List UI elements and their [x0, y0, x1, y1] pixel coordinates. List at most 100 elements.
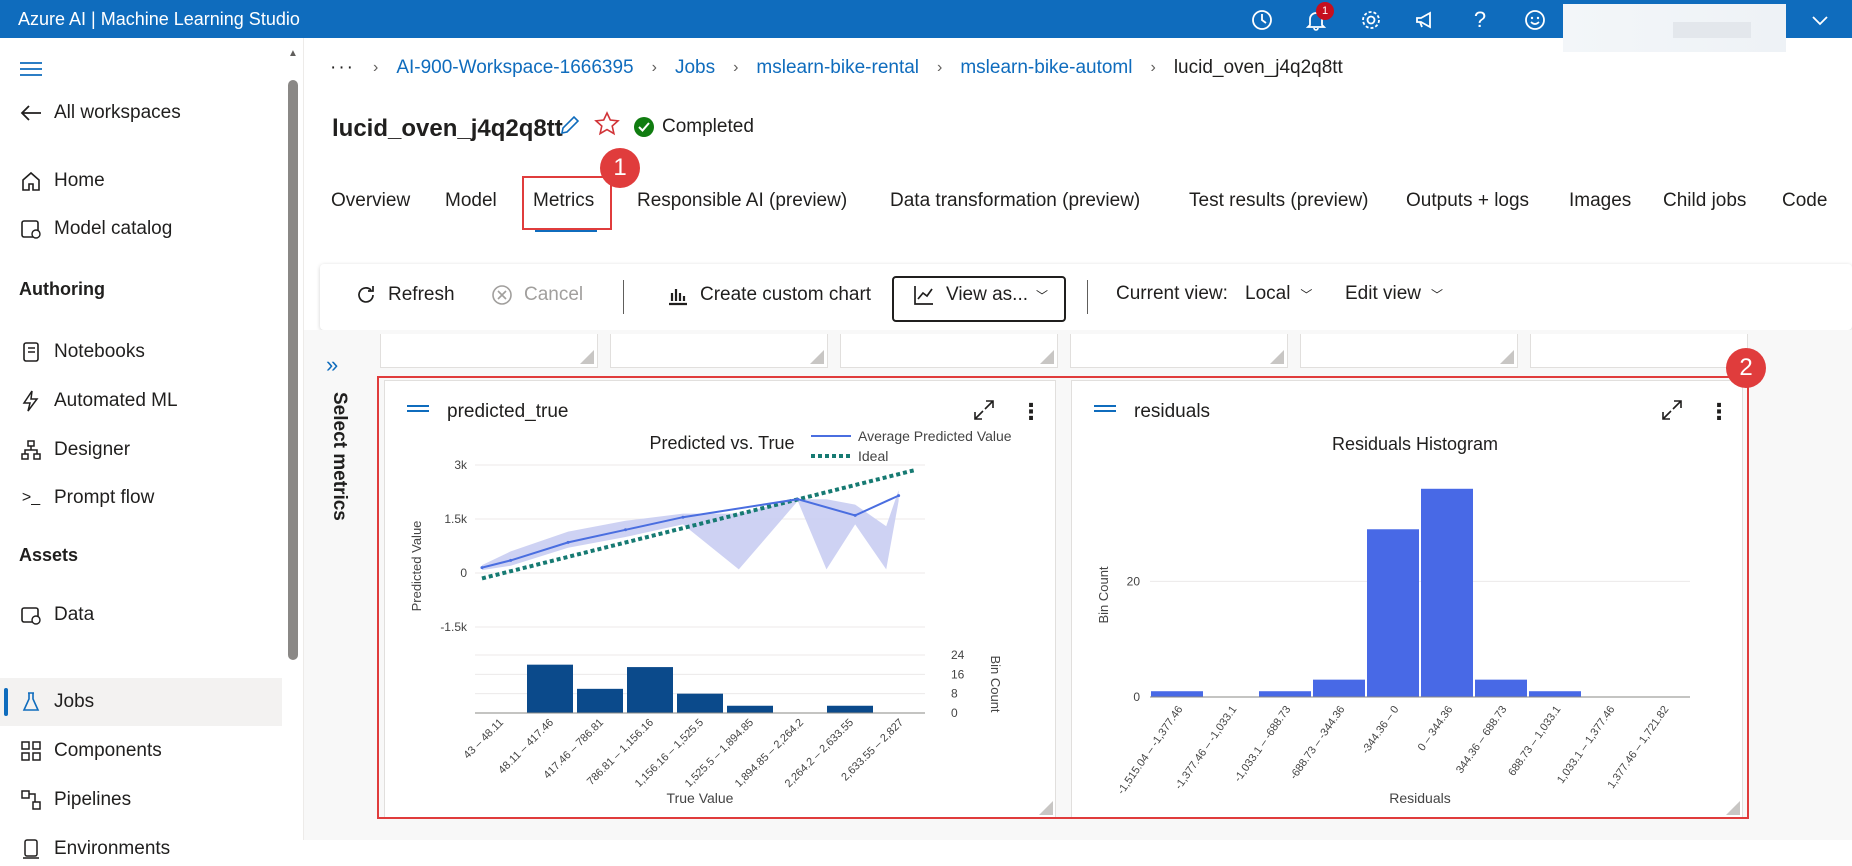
edit-view-label: Edit view: [1345, 283, 1422, 304]
breadcrumb-parent-job[interactable]: mslearn-bike-automl: [960, 57, 1132, 79]
refresh-button[interactable]: Refresh: [354, 283, 455, 307]
chart-add-icon: [666, 283, 690, 307]
tab-responsible-ai[interactable]: Responsible AI (preview): [637, 190, 847, 212]
chevron-down-icon[interactable]: [1806, 6, 1834, 34]
breadcrumb-current: lucid_oven_j4q2q8tt: [1173, 57, 1343, 78]
sidebar-item-environments[interactable]: Environments: [18, 832, 170, 866]
sidebar-item-jobs[interactable]: Jobs: [18, 685, 94, 719]
sidebar-item-pipelines[interactable]: Pipelines: [18, 783, 131, 817]
sidebar-item-label: Model catalog: [54, 218, 173, 239]
breadcrumb-workspace[interactable]: AI-900-Workspace-1666395: [396, 57, 633, 79]
sidebar-item-label: Designer: [54, 439, 131, 460]
metric-card-partial: [1070, 334, 1288, 368]
hamburger-menu-button[interactable]: [18, 52, 54, 86]
chevron-down-icon: ﹀: [1300, 287, 1313, 302]
account-area-redacted[interactable]: [1563, 4, 1786, 52]
sidebar-item-label: Notebooks: [54, 341, 145, 362]
sidebar-item-home[interactable]: Home: [18, 164, 105, 198]
cancel-label: Cancel: [524, 284, 584, 305]
active-item-indicator: [4, 688, 8, 716]
page-title: lucid_oven_j4q2q8tt: [332, 115, 563, 142]
tab-test-results[interactable]: Test results (preview): [1189, 190, 1369, 212]
metrics-toolbar: Refresh Cancel Create custom chart View …: [320, 264, 1852, 330]
pipelines-icon: [18, 787, 44, 813]
callout-box-metrics: [522, 176, 612, 230]
megaphone-icon[interactable]: [1411, 6, 1439, 34]
sidebar-item-data[interactable]: Data: [18, 598, 94, 632]
metric-card-partial: [610, 334, 828, 368]
callout-box-charts: [377, 376, 1749, 819]
create-custom-chart-button[interactable]: Create custom chart: [666, 283, 871, 307]
view-as-content: View as... ﹀: [912, 283, 1048, 307]
tab-data-transformation[interactable]: Data transformation (preview): [890, 190, 1140, 212]
metric-card-partial: [380, 334, 598, 368]
status-text: Completed: [662, 116, 754, 137]
all-workspaces-link[interactable]: All workspaces: [18, 96, 181, 130]
help-icon[interactable]: ?: [1466, 6, 1494, 34]
bell-icon[interactable]: 1: [1302, 2, 1334, 34]
sidebar-item-prompt-flow[interactable]: >_ Prompt flow: [18, 481, 154, 515]
sidebar-item-model-catalog[interactable]: Model catalog: [18, 212, 172, 246]
refresh-label: Refresh: [388, 284, 455, 305]
breadcrumb-experiment[interactable]: mslearn-bike-rental: [756, 57, 919, 79]
hamburger-icon: [18, 56, 44, 82]
pencil-icon[interactable]: [558, 113, 582, 142]
app-title[interactable]: Azure AI | Machine Learning Studio: [18, 9, 300, 30]
tab-images[interactable]: Images: [1569, 190, 1631, 212]
chevron-down-icon: ﹀: [1036, 288, 1049, 303]
sidebar-item-label: Components: [54, 740, 162, 761]
breadcrumb-overflow-button[interactable]: ···: [330, 57, 355, 79]
toolbar-divider: [1087, 280, 1088, 314]
sidebar-item-label: Pipelines: [54, 789, 132, 810]
sidebar-item-label: Home: [54, 170, 105, 191]
breadcrumb-jobs[interactable]: Jobs: [675, 57, 715, 79]
edit-view-dropdown[interactable]: Edit view ﹀: [1345, 283, 1443, 305]
sidebar-item-automated-ml[interactable]: Automated ML: [18, 384, 178, 418]
chevron-right-icon: ›: [651, 59, 657, 76]
sidebar-item-components[interactable]: Components: [18, 734, 162, 768]
star-icon[interactable]: [594, 111, 620, 142]
history-icon[interactable]: [1248, 6, 1276, 34]
notebook-icon: [18, 339, 44, 365]
select-metrics-panel-toggle[interactable]: Select metrics: [328, 392, 350, 521]
gear-icon[interactable]: [1357, 6, 1385, 34]
tab-child-jobs[interactable]: Child jobs: [1663, 190, 1746, 212]
tab-outputs-logs[interactable]: Outputs + logs: [1406, 190, 1529, 212]
scroll-up-icon[interactable]: ▲: [288, 48, 298, 59]
all-workspaces-label: All workspaces: [54, 102, 181, 123]
cancel-button[interactable]: Cancel: [490, 283, 583, 307]
components-icon: [18, 738, 44, 764]
cancel-icon: [490, 283, 514, 307]
flask-icon: [18, 689, 44, 715]
chevron-right-icon: ›: [733, 59, 739, 76]
back-arrow-icon: [18, 100, 44, 126]
model-catalog-icon: [18, 216, 44, 242]
line-chart-icon: [912, 283, 936, 307]
sidebar-item-label: Data: [54, 604, 95, 625]
chevron-down-icon: ﹀: [1431, 287, 1444, 302]
refresh-icon: [354, 283, 378, 307]
notification-badge: 1: [1316, 2, 1334, 20]
chevron-right-icon: ›: [372, 59, 379, 76]
sidebar-scrollbar[interactable]: [288, 80, 298, 660]
callout-number-1: 1: [600, 148, 640, 188]
current-view-value: Local: [1245, 283, 1291, 304]
authoring-section-header: Authoring: [19, 279, 105, 299]
callout-number-2: 2: [1726, 348, 1766, 388]
status-badge: Completed: [634, 116, 754, 138]
tab-overview[interactable]: Overview: [331, 190, 410, 212]
sidebar-item-designer[interactable]: Designer: [18, 433, 130, 467]
designer-icon: [18, 437, 44, 463]
check-circle-icon: [634, 117, 654, 137]
tab-code[interactable]: Code: [1782, 190, 1827, 212]
smiley-icon[interactable]: [1521, 6, 1549, 34]
tab-model[interactable]: Model: [445, 190, 497, 212]
current-view-dropdown[interactable]: Local ﹀: [1245, 283, 1312, 305]
top-bar: Azure AI | Machine Learning Studio 1 ?: [0, 0, 1852, 52]
sidebar-item-label: Jobs: [54, 691, 95, 712]
double-chevron-right-icon[interactable]: »: [326, 352, 338, 378]
assets-section-header: Assets: [19, 545, 79, 565]
sidebar-item-notebooks[interactable]: Notebooks: [18, 335, 145, 369]
create-custom-chart-label: Create custom chart: [700, 284, 872, 305]
current-view-label: Current view:: [1116, 283, 1228, 304]
